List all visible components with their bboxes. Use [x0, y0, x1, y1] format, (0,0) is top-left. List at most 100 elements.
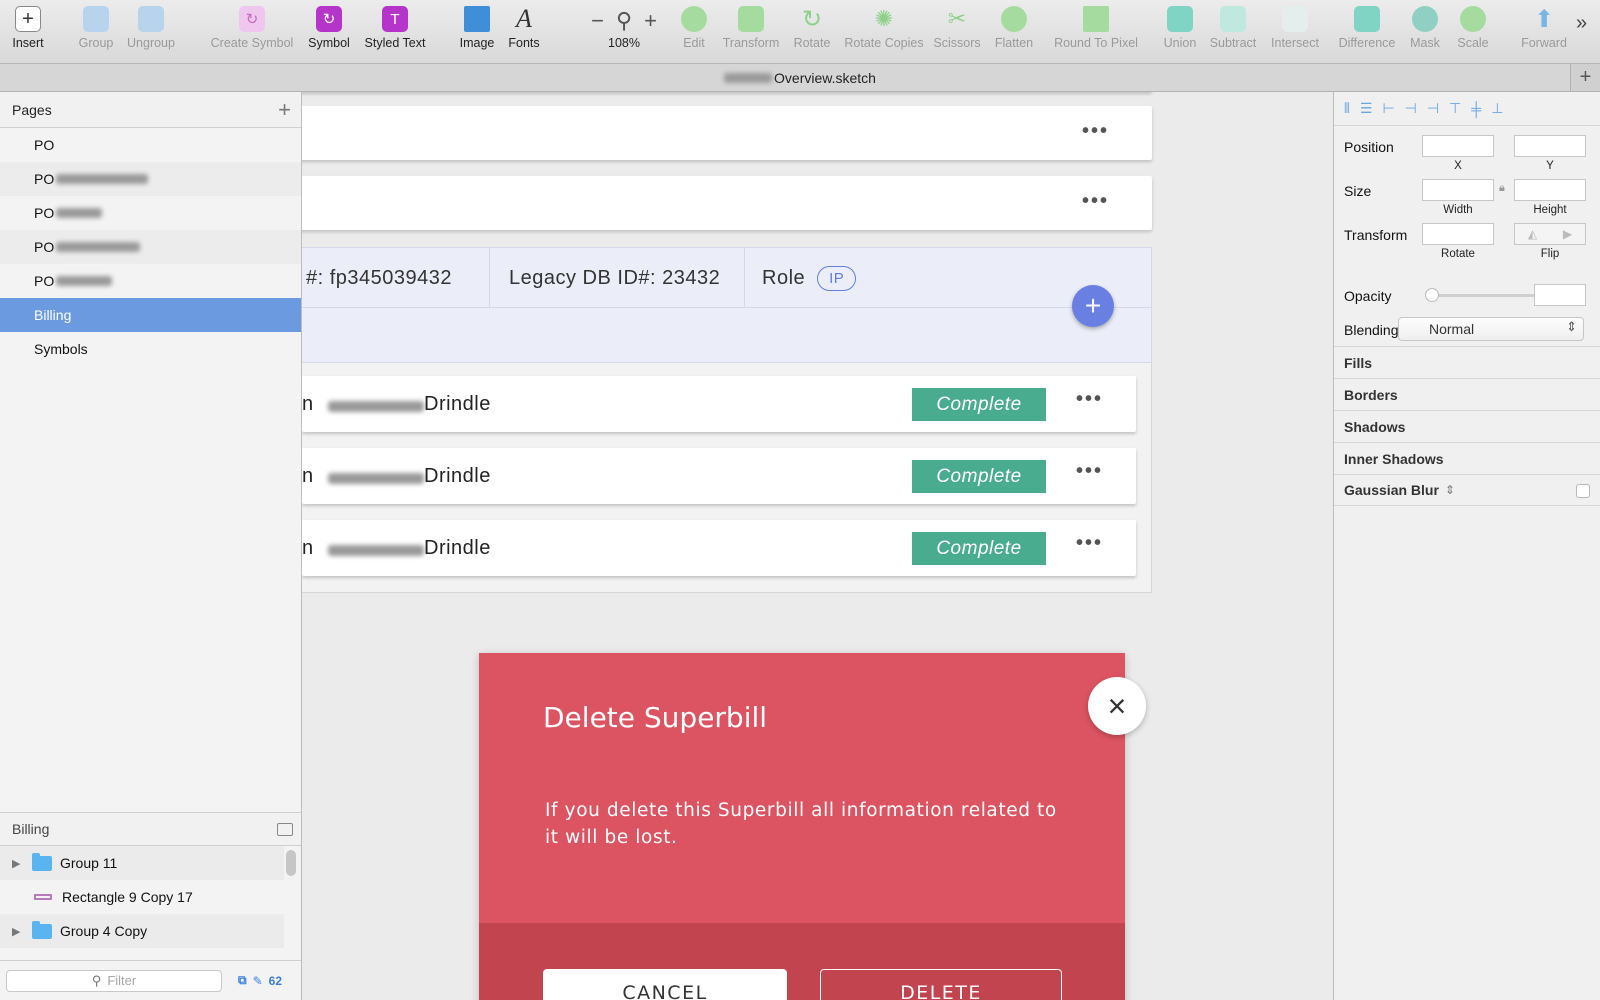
round-to-pixel-button[interactable]: Round To Pixel — [1054, 6, 1138, 50]
list-item[interactable]: n Drindle Complete ••• — [302, 520, 1136, 576]
union-button[interactable]: Union — [1150, 6, 1210, 50]
lock-icon[interactable]: 🔒︎ — [1499, 182, 1505, 195]
shadows-section[interactable]: Shadows — [1334, 410, 1600, 442]
intersect-button[interactable]: Intersect — [1265, 6, 1325, 50]
align-top-icon[interactable]: ⊤ — [1449, 100, 1461, 117]
add-button[interactable]: + — [1072, 285, 1114, 327]
scissors-button[interactable]: ✂ Scissors — [927, 6, 987, 50]
disclosure-triangle-icon[interactable]: ▶ — [12, 925, 28, 938]
position-x-input[interactable] — [1422, 135, 1494, 157]
height-input[interactable] — [1514, 179, 1586, 201]
filter-input[interactable]: ⚲ Filter — [6, 969, 222, 992]
opacity-slider-thumb[interactable] — [1425, 288, 1439, 302]
ungroup-label: Ungroup — [127, 36, 175, 50]
opacity-input[interactable] — [1534, 284, 1586, 306]
page-item[interactable]: PO — [0, 162, 301, 196]
more-options-icon[interactable]: ••• — [1076, 388, 1103, 411]
layers-scrollbar[interactable] — [286, 850, 296, 876]
more-tools-button[interactable]: » — [1576, 12, 1587, 35]
disclosure-triangle-icon[interactable]: ▶ — [12, 857, 28, 870]
inner-shadows-section[interactable]: Inner Shadows — [1334, 442, 1600, 474]
canvas[interactable]: ••• ••• #: fp345039432 Legacy DB ID#: 23… — [302, 92, 1334, 1000]
subtract-label: Subtract — [1209, 36, 1257, 50]
align-right-icon[interactable]: ⊣ — [1427, 100, 1439, 117]
card[interactable]: ••• — [302, 176, 1152, 230]
collapse-icon[interactable] — [277, 822, 293, 836]
zoom-out-button[interactable]: − — [591, 8, 604, 34]
page-label: PO — [34, 137, 55, 153]
rotate-button[interactable]: ↻ Rotate — [776, 6, 848, 51]
more-options-icon[interactable]: ••• — [1076, 460, 1103, 483]
create-symbol-icon: ↻ — [239, 6, 265, 32]
new-tab-button[interactable]: + — [1570, 64, 1600, 91]
align-middle-icon[interactable]: ╪ — [1471, 101, 1481, 117]
modal-message: If you delete this Superbill all informa… — [545, 800, 1057, 848]
gaussian-blur-checkbox[interactable] — [1576, 484, 1590, 498]
rotate-copies-button[interactable]: ✺ Rotate Copies — [844, 6, 923, 50]
create-symbol-button[interactable]: ↻ Create Symbol — [211, 6, 293, 50]
rotate-input[interactable] — [1422, 223, 1494, 245]
updown-chevron-icon[interactable]: ⇕ — [1445, 483, 1455, 497]
zoom-level: 108% — [608, 36, 640, 50]
difference-button[interactable]: Difference — [1337, 6, 1397, 50]
page-item[interactable]: PO — [0, 230, 301, 264]
page-item[interactable]: PO — [0, 128, 301, 162]
divider — [489, 248, 490, 308]
borders-section[interactable]: Borders — [1334, 378, 1600, 410]
distribute-vertical-icon[interactable]: ☰ — [1360, 100, 1373, 117]
fills-title: Fills — [1344, 354, 1373, 371]
page-item[interactable]: PO — [0, 264, 301, 298]
blending-select[interactable]: Normal ⇕ — [1398, 317, 1584, 341]
align-center-icon[interactable]: ⊣ — [1405, 100, 1417, 117]
add-page-button[interactable]: + — [278, 97, 291, 123]
layer-row[interactable]: ▶ Group 11 — [0, 846, 284, 880]
insert-button[interactable]: + Insert — [0, 6, 64, 50]
status-badge: Complete — [912, 460, 1046, 493]
rotate-copies-label: Rotate Copies — [844, 36, 924, 50]
forward-button[interactable]: ⬆ Forward — [1509, 6, 1579, 51]
close-modal-button[interactable]: × — [1088, 677, 1146, 735]
width-label: Width — [1443, 204, 1473, 216]
align-left-icon[interactable]: ⊢ — [1382, 100, 1394, 117]
fonts-icon: A — [516, 4, 532, 33]
layer-count[interactable]: ⧉ ✎ 62 — [238, 973, 282, 988]
window-title: Overview.sketch — [774, 69, 876, 86]
layer-row[interactable]: Rectangle 9 Copy 17 — [0, 880, 284, 914]
page-item-billing[interactable]: Billing — [0, 298, 301, 332]
list-item[interactable]: n Drindle Complete ••• — [302, 448, 1136, 504]
subtract-icon — [1220, 6, 1246, 32]
fonts-button[interactable]: A Fonts — [488, 4, 560, 50]
flip-control[interactable]: ◭ ▶ — [1514, 223, 1586, 245]
more-options-icon[interactable]: ••• — [1076, 532, 1103, 555]
width-input[interactable] — [1422, 179, 1494, 201]
subtract-button[interactable]: Subtract — [1203, 6, 1263, 50]
flatten-button[interactable]: Flatten — [984, 6, 1044, 50]
pages-panel: Pages + PO PO PO PO PO Billing Symbols B… — [0, 92, 302, 1000]
flip-horizontal-icon[interactable]: ◭ — [1528, 227, 1537, 241]
cancel-button[interactable]: CANCEL — [543, 969, 787, 1000]
scale-button[interactable]: Scale — [1448, 6, 1498, 50]
mask-button[interactable]: Mask — [1400, 6, 1450, 50]
page-item[interactable]: PO — [0, 196, 301, 230]
symbol-button[interactable]: ↻ Symbol — [293, 6, 365, 50]
gaussian-blur-title: Gaussian Blur — [1344, 482, 1439, 498]
intersect-label: Intersect — [1271, 36, 1319, 50]
fills-section[interactable]: Fills — [1334, 346, 1600, 378]
page-item-symbols[interactable]: Symbols — [0, 332, 301, 366]
card[interactable]: ••• — [302, 106, 1152, 160]
flip-vertical-icon[interactable]: ▶ — [1563, 227, 1572, 241]
folder-icon — [32, 920, 52, 939]
styled-text-button[interactable]: T Styled Text — [359, 6, 431, 50]
align-bottom-icon[interactable]: ⊥ — [1491, 100, 1503, 117]
list-item[interactable]: n Drindle Complete ••• — [302, 376, 1136, 432]
gaussian-blur-section[interactable]: Gaussian Blur ⇕ — [1334, 474, 1600, 506]
delete-button[interactable]: DELETE — [820, 969, 1062, 1000]
page-label: PO — [34, 171, 55, 187]
more-options-icon[interactable]: ••• — [1082, 190, 1109, 213]
position-y-input[interactable] — [1514, 135, 1586, 157]
distribute-horizontal-icon[interactable]: ⫴ — [1344, 100, 1350, 117]
more-options-icon[interactable]: ••• — [1082, 120, 1109, 143]
zoom-in-button[interactable]: + — [644, 8, 657, 34]
layer-row[interactable]: ▶ Group 4 Copy — [0, 914, 284, 948]
ungroup-button[interactable]: Ungroup — [115, 6, 187, 50]
